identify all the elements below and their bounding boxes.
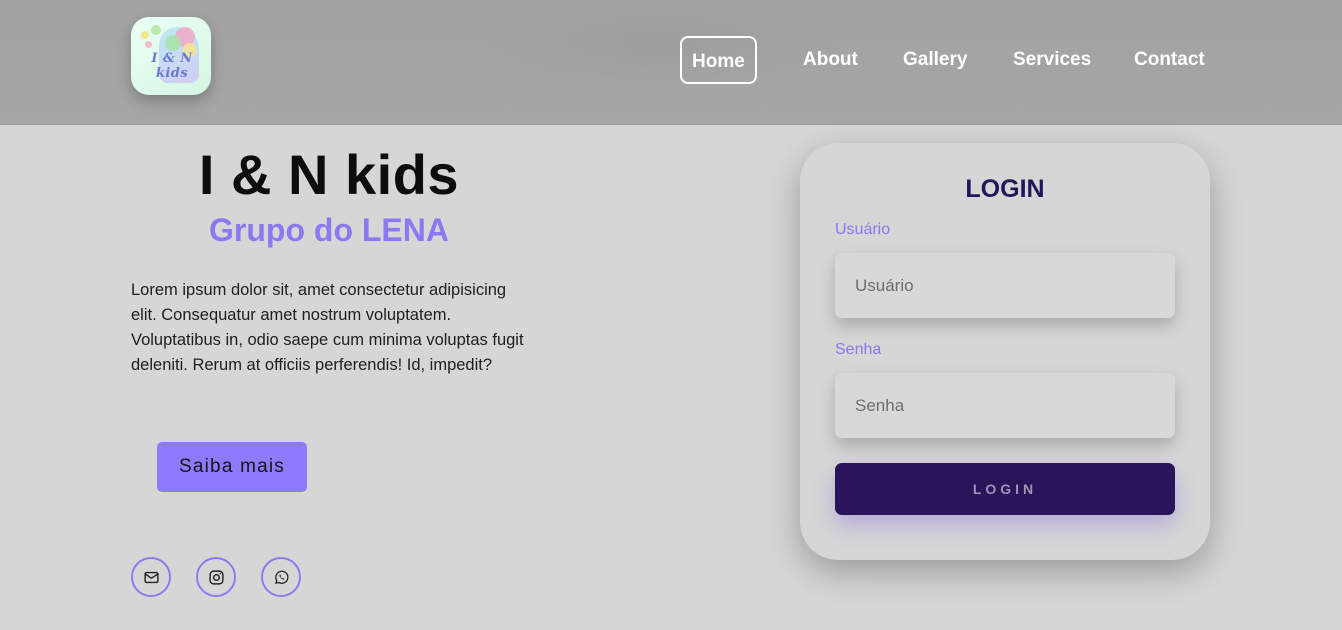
- username-label: Usuário: [835, 221, 891, 238]
- main-nav: Home About Gallery Services Contact: [680, 36, 1210, 84]
- logo-dot: [145, 41, 152, 48]
- nav-gallery[interactable]: Gallery: [903, 36, 967, 84]
- logo-dot: [151, 25, 161, 35]
- hero-title: I & N kids: [198, 143, 460, 206]
- password-label: Senha: [835, 341, 882, 358]
- nav-services[interactable]: Services: [1013, 36, 1091, 84]
- logo-dot: [165, 35, 181, 51]
- hero-description: Lorem ipsum dolor sit, amet consectetur …: [131, 281, 524, 374]
- login-title: LOGIN: [965, 175, 1045, 203]
- whatsapp-icon: [274, 570, 288, 584]
- nav-contact[interactable]: Contact: [1134, 36, 1205, 84]
- username-input[interactable]: [835, 253, 1175, 318]
- login-card: LOGIN Usuário Senha LOGIN: [800, 143, 1210, 560]
- header: I & N kids Home About Gallery Services C…: [0, 0, 1342, 125]
- whatsapp-link[interactable]: [261, 557, 301, 597]
- nav-about[interactable]: About: [803, 36, 858, 84]
- password-input[interactable]: [835, 373, 1175, 438]
- login-button[interactable]: LOGIN: [835, 463, 1175, 515]
- mail-link[interactable]: [131, 557, 171, 597]
- logo[interactable]: I & N kids: [131, 17, 211, 95]
- instagram-link[interactable]: [196, 557, 236, 597]
- saiba-mais-button[interactable]: Saiba mais: [157, 442, 307, 492]
- instagram-icon: [208, 569, 224, 585]
- nav-home[interactable]: Home: [680, 36, 757, 84]
- logo-dot: [141, 31, 149, 39]
- mail-icon: [143, 571, 159, 583]
- hero-subtitle: Grupo do LENA: [209, 212, 449, 248]
- logo-text: I & N kids: [151, 51, 193, 81]
